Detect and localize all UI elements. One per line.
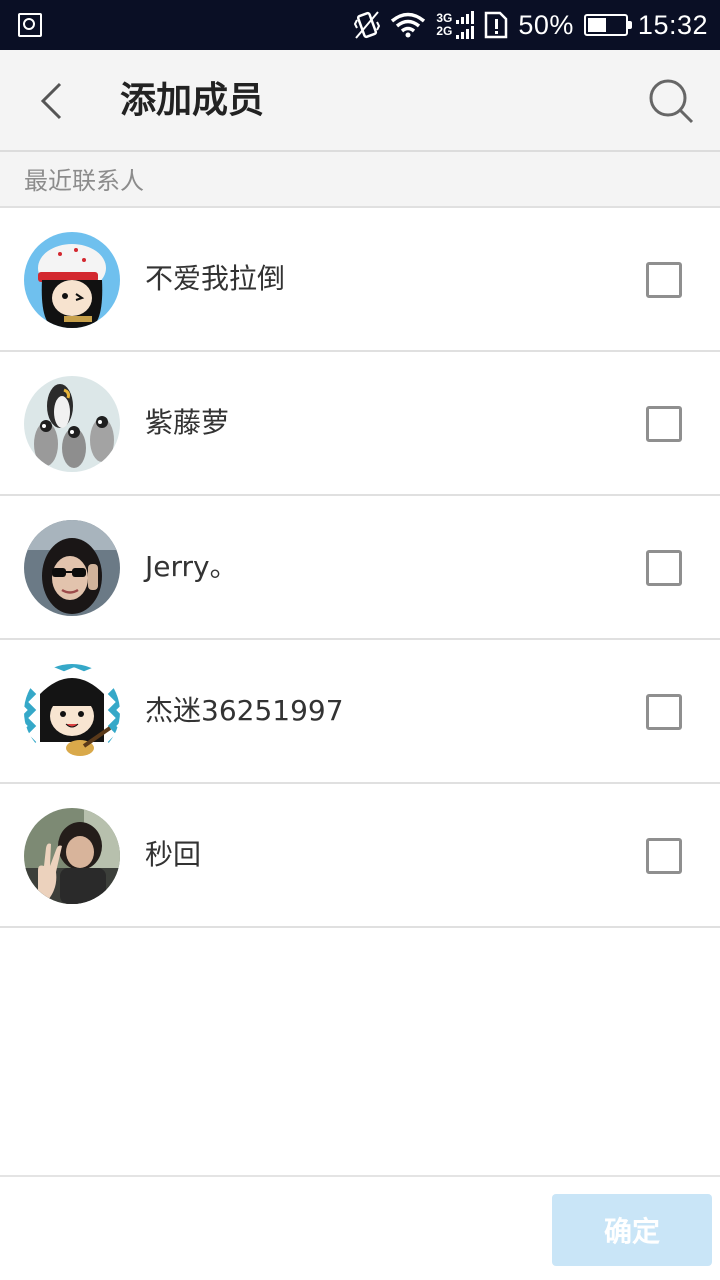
battery-icon — [583, 14, 632, 36]
contact-list: 不爱我拉倒 紫藤萝 Jerry。 杰迷36251997 秒回 — [0, 208, 720, 928]
network-type-labels: 3G 2G — [436, 12, 452, 38]
cartoon-girl-red-cap-avatar — [24, 232, 120, 328]
contact-name: 紫藤萝 — [145, 406, 230, 439]
clock: 15:32 — [637, 9, 708, 40]
contact-name: 秒回 — [145, 838, 202, 871]
contact-checkbox[interactable] — [646, 838, 682, 874]
gallery-icon — [18, 13, 42, 37]
contact-checkbox[interactable] — [646, 406, 682, 442]
bottom-bar: 确定 — [0, 1175, 720, 1280]
status-indicators: 3G 2G 50% 15:32 — [354, 0, 708, 50]
contact-row[interactable]: Jerry。 — [0, 496, 720, 640]
contact-row[interactable]: 紫藤萝 — [0, 352, 720, 496]
vibrate-icon — [354, 10, 381, 40]
chevron-left-icon — [40, 82, 62, 120]
confirm-button[interactable]: 确定 — [552, 1194, 712, 1266]
recent-contacts-header: 最近联系人 — [0, 152, 720, 208]
contact-checkbox[interactable] — [646, 262, 682, 298]
contact-row[interactable]: 不爱我拉倒 — [0, 208, 720, 352]
battery-level-fill — [587, 18, 606, 32]
contact-checkbox[interactable] — [646, 694, 682, 730]
network-bottom-label: 2G — [436, 24, 453, 38]
cartoon-girl-guitar-avatar — [24, 664, 120, 760]
wifi-icon — [390, 12, 426, 38]
contact-checkbox[interactable] — [646, 550, 682, 586]
back-button[interactable] — [26, 76, 76, 126]
contact-row[interactable]: 秒回 — [0, 784, 720, 928]
penguins-avatar — [24, 376, 120, 472]
girl-sunglasses-photo-avatar — [24, 520, 120, 616]
status-bar: 3G 2G 50% 15:32 — [0, 0, 720, 50]
battery-percent: 50% — [518, 9, 574, 40]
peace-sign-photo-avatar — [24, 808, 120, 904]
contact-row[interactable]: 杰迷36251997 — [0, 640, 720, 784]
app-bar: 添加成员 — [0, 50, 720, 152]
search-icon — [649, 79, 694, 124]
signal-icon — [456, 10, 475, 40]
contact-name: 不爱我拉倒 — [145, 262, 286, 295]
sim-alert-icon — [484, 11, 508, 39]
page-title: 添加成员 — [120, 80, 265, 121]
contact-name: Jerry。 — [145, 550, 238, 583]
contact-name: 杰迷36251997 — [145, 694, 344, 727]
search-button[interactable] — [646, 76, 698, 128]
section-label: 最近联系人 — [24, 167, 144, 195]
